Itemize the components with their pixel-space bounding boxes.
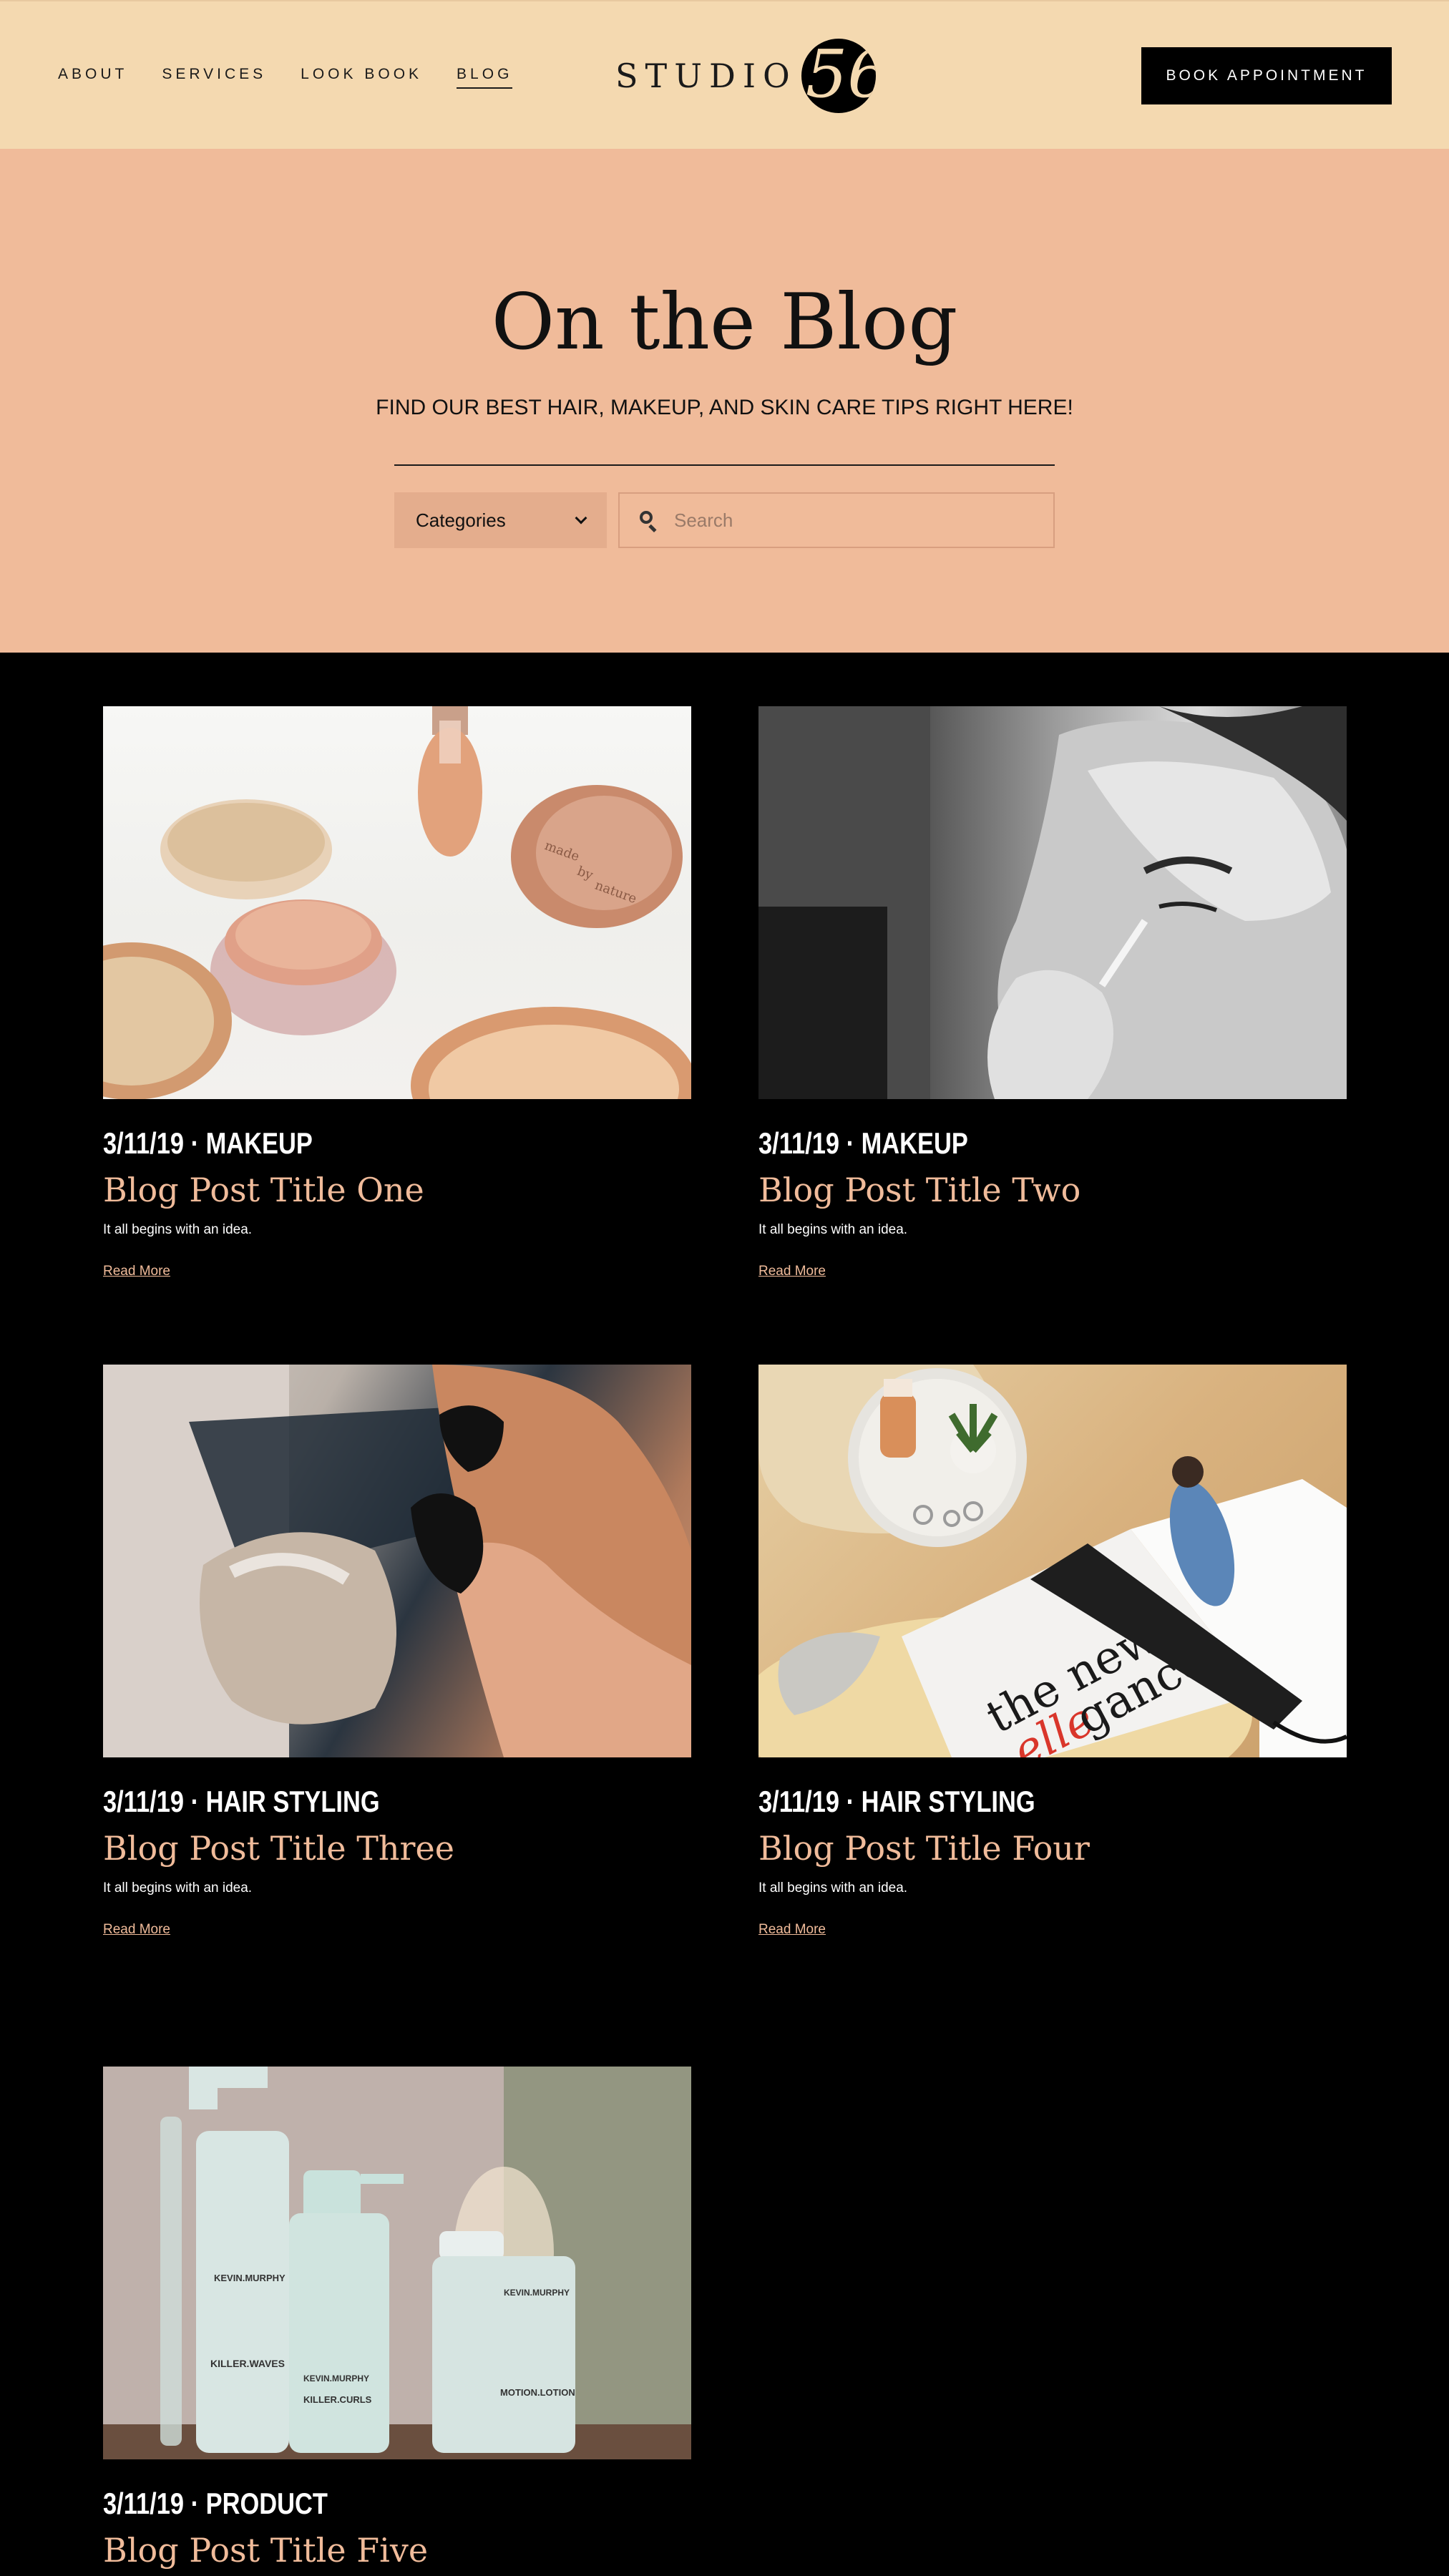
site-logo[interactable]: STUDIO 56 [615,36,876,116]
logo-text: STUDIO [615,57,797,95]
nav-look-book[interactable]: LOOK BOOK [301,66,422,89]
blog-post-card: KEVIN.MURPHY KILLER.WAVES KEVIN.MURPHY K… [103,2067,691,2570]
read-more-link[interactable]: Read More [103,1264,170,1279]
hero-subtitle: FIND OUR BEST HAIR, MAKEUP, AND SKIN CAR… [376,396,1073,419]
post-meta: 3/11/19 · PRODUCT [103,2487,328,2520]
hero-section: On the Blog FIND OUR BEST HAIR, MAKEUP, … [0,149,1449,653]
product-brand-1: KEVIN.MURPHY [214,2273,286,2283]
svg-text:KEVIN.MURPHY: KEVIN.MURPHY [303,2373,369,2384]
logo-badge-number: 56 [805,39,876,112]
blog-post-card: 3/11/19 · MAKEUP Blog Post Title Two It … [758,706,1347,1279]
post-image-hair-products[interactable]: KEVIN.MURPHY KILLER.WAVES KEVIN.MURPHY K… [103,2067,691,2459]
hero-divider [394,464,1055,466]
search-box[interactable] [618,492,1055,548]
categories-dropdown[interactable]: Categories [394,492,607,548]
nav-blog[interactable]: BLOG [457,66,513,89]
blog-post-card: 3/11/19 · HAIR STYLING Blog Post Title T… [103,1365,691,1938]
read-more-link[interactable]: Read More [758,1922,826,1938]
nav-services[interactable]: SERVICES [162,66,266,89]
post-image-makeup-application[interactable] [758,706,1347,1099]
post-excerpt: It all begins with an idea. [758,1222,908,1237]
post-meta: 3/11/19 · MAKEUP [758,1126,968,1160]
blog-post-card: the new elle gance 3/11/19 · HAIR STYLIN… [758,1365,1347,1938]
post-meta: 3/11/19 · HAIR STYLING [103,1785,380,1818]
post-title[interactable]: Blog Post Title Three [103,1829,691,1868]
product-name-2: KILLER.CURLS [303,2394,372,2405]
search-input[interactable] [674,509,1018,532]
post-image-hair-coloring[interactable] [103,1365,691,1757]
book-appointment-button[interactable]: BOOK APPOINTMENT [1141,47,1392,104]
categories-label: Categories [416,509,506,531]
post-image-flat-lay-magazine[interactable]: the new elle gance [758,1365,1347,1757]
post-title[interactable]: Blog Post Title Two [758,1171,1347,1209]
svg-text:KEVIN.MURPHY: KEVIN.MURPHY [504,2288,570,2298]
search-icon [640,511,658,533]
read-more-link[interactable]: Read More [758,1264,826,1279]
nav-about[interactable]: ABOUT [58,66,127,89]
post-excerpt: It all begins with an idea. [103,1880,253,1896]
post-meta: 3/11/19 · HAIR STYLING [758,1785,1035,1818]
logo-badge: 56 [801,39,876,113]
post-title[interactable]: Blog Post Title Four [758,1829,1347,1868]
post-meta: 3/11/19 · MAKEUP [103,1126,313,1160]
blog-post-card: made by nature 3/11/19 · MAKEUP Blog Pos… [103,706,691,1279]
main-nav: ABOUT SERVICES LOOK BOOK BLOG [58,66,513,89]
post-excerpt: It all begins with an idea. [758,1880,908,1896]
post-title[interactable]: Blog Post Title One [103,1171,691,1209]
page-title: On the Blog [491,278,958,367]
post-excerpt: It all begins with an idea. [103,1222,253,1237]
product-name-1: KILLER.WAVES [210,2358,285,2369]
post-title[interactable]: Blog Post Title Five [103,2531,691,2570]
chevron-down-icon [575,512,587,525]
read-more-link[interactable]: Read More [103,1922,170,1938]
post-image-cosmetics-jars[interactable]: made by nature [103,706,691,1099]
product-name-3: MOTION.LOTION [500,2387,575,2398]
site-header: ABOUT SERVICES LOOK BOOK BLOG STUDIO 56 … [0,0,1449,149]
